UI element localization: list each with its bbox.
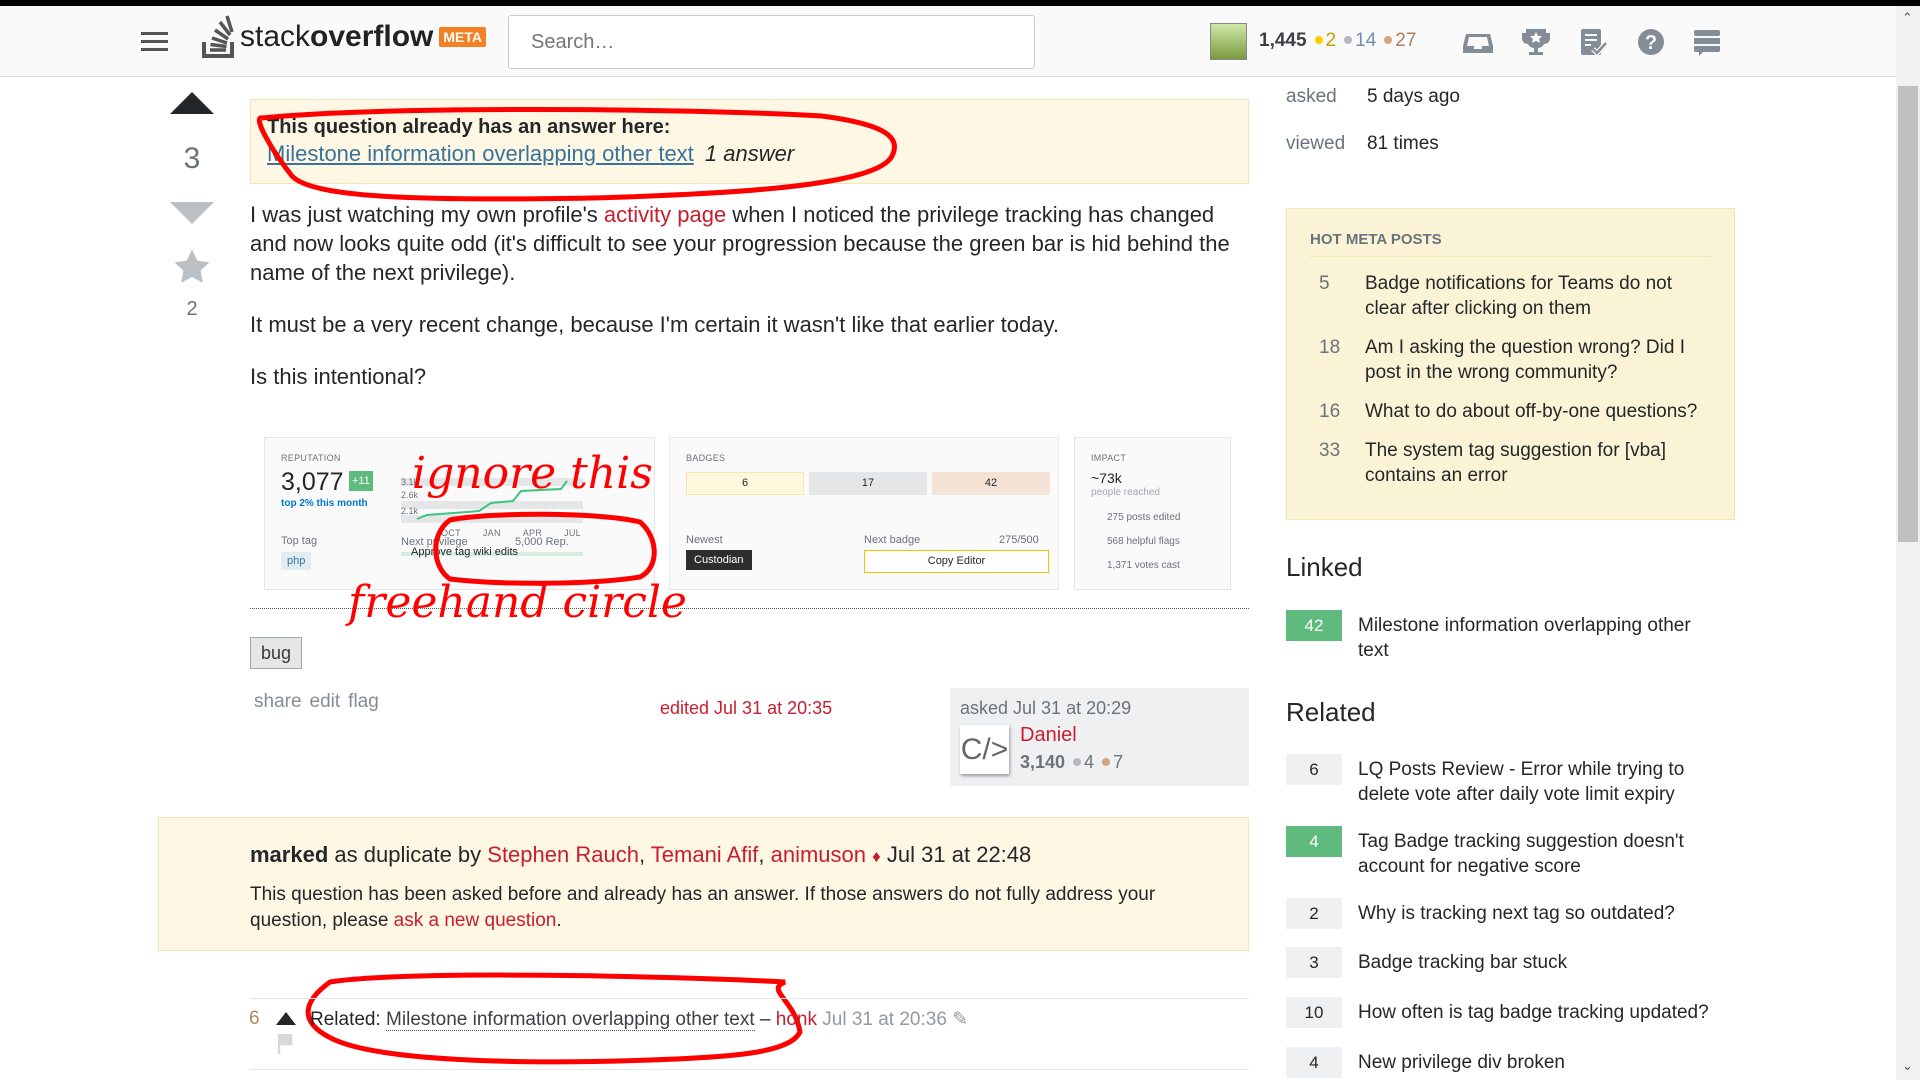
question-link[interactable]: Milestone information overlapping other … [1358, 613, 1726, 663]
question-link[interactable]: LQ Posts Review - Error while trying to … [1358, 757, 1726, 807]
review-icon[interactable] [1577, 26, 1609, 58]
related-item[interactable]: 6 LQ Posts Review - Error while trying to… [1286, 754, 1726, 807]
help-icon[interactable]: ? [1635, 26, 1667, 58]
edit-link[interactable]: edit [310, 691, 341, 712]
hot-post-item[interactable]: 18 Am I asking the question wrong? Did I … [1310, 335, 1711, 385]
comment-user-link[interactable]: honk [776, 1009, 817, 1030]
embedded-badges-panel: BADGES 6 17 42 Newest Custodian Next bad… [669, 437, 1059, 590]
duplicate-notice: This question already has an answer here… [250, 99, 1249, 184]
user-avatar[interactable] [1210, 23, 1247, 60]
asker-card: asked Jul 31 at 20:29 C/> Daniel 3,140 4 7 [950, 688, 1249, 786]
body-paragraph: I was just watching my own profile's act… [250, 202, 1230, 285]
score-badge: 3 [1286, 947, 1342, 978]
score-badge: 2 [1286, 898, 1342, 929]
hot-meta-posts: HOT META POSTS 5 Badge notifications for … [1286, 208, 1735, 520]
embedded-impact-panel: IMPACT ~73k people reached 275 posts edi… [1074, 437, 1231, 590]
related-item[interactable]: 3 Badge tracking bar stuck [1286, 947, 1726, 978]
score-badge: 4 [1286, 826, 1342, 857]
downvote-icon[interactable] [170, 200, 214, 224]
scrollbar-thumb[interactable] [1898, 86, 1918, 542]
share-link[interactable]: share [254, 691, 302, 712]
ask-new-question-link[interactable]: ask a new question [394, 910, 557, 931]
score-badge: 10 [1286, 997, 1342, 1028]
hot-post-item[interactable]: 16 What to do about off-by-one questions? [1310, 399, 1711, 424]
upvote-icon[interactable] [170, 92, 214, 116]
comment-flag-icon[interactable] [278, 1034, 294, 1054]
edited-time-link[interactable]: edited Jul 31 at 20:35 [660, 698, 832, 719]
search-input[interactable] [508, 15, 1035, 69]
activity-page-link[interactable]: activity page [604, 202, 726, 227]
user-link[interactable]: Temani Afif [651, 842, 759, 867]
user-link[interactable]: animuson [771, 842, 866, 867]
question-link[interactable]: New privilege div broken [1358, 1050, 1565, 1078]
body-paragraph: It must be a very recent change, because… [250, 312, 1059, 337]
user-link[interactable]: Stephen Rauch [487, 842, 639, 867]
tag-bug[interactable]: bug [250, 637, 303, 669]
body-paragraph: Is this intentional? [250, 364, 427, 389]
comment-link[interactable]: Milestone information overlapping other … [386, 1009, 755, 1031]
score-badge: 4 [1286, 1047, 1342, 1078]
comment-score: 6 [249, 1008, 260, 1029]
svg-text:?: ? [1645, 32, 1657, 54]
question-link[interactable]: Tag Badge tracking suggestion doesn't ac… [1358, 829, 1726, 879]
favorite-star-icon[interactable] [173, 248, 211, 286]
divider [250, 1069, 1249, 1070]
comment: Related: Milestone information overlappi… [310, 1009, 969, 1031]
comment-upvote-icon[interactable] [276, 1012, 296, 1026]
related-item[interactable]: 2 Why is tracking next tag so outdated? [1286, 898, 1726, 929]
related-item[interactable]: 4 Tag Badge tracking suggestion doesn't a… [1286, 826, 1726, 879]
divider [250, 608, 1249, 609]
stack-logo-icon [202, 15, 234, 58]
user-reputation[interactable]: 1,445 2 14 27 [1259, 30, 1416, 52]
asker-avatar[interactable]: C/> [960, 725, 1009, 774]
duplicate-link[interactable]: Milestone information overlapping other … [267, 141, 694, 166]
question-link[interactable]: How often is tag badge tracking updated? [1358, 1000, 1709, 1028]
score-badge: 42 [1286, 610, 1342, 641]
menu-icon[interactable] [141, 27, 168, 56]
comment-time[interactable]: Jul 31 at 20:36 [822, 1009, 947, 1030]
hot-post-item[interactable]: 5 Badge notifications for Teams do not cl… [1310, 271, 1711, 321]
related-item[interactable]: 4 New privilege div broken [1286, 1047, 1726, 1078]
reputation-graph [416, 480, 568, 520]
scroll-down-icon[interactable]: ⌄ [1902, 1058, 1913, 1074]
question-link[interactable]: Why is tracking next tag so outdated? [1358, 901, 1675, 929]
site-logo[interactable]: stack overflow META [200, 12, 487, 62]
inbox-icon[interactable] [1462, 26, 1494, 58]
embedded-reputation-panel: REPUTATION 3,077 +11 top 2% this month 3… [264, 437, 655, 590]
vote-count: 3 [183, 142, 201, 175]
hot-post-item[interactable]: 33 The system tag suggestion for [vba] co… [1310, 438, 1711, 488]
divider [250, 998, 1249, 999]
site-switcher-icon[interactable] [1691, 26, 1723, 58]
favorite-count: 2 [186, 298, 198, 320]
scroll-up-icon[interactable]: ⌃ [1902, 10, 1913, 26]
achievements-icon[interactable] [1520, 26, 1552, 58]
question-link[interactable]: Badge tracking bar stuck [1358, 950, 1567, 978]
asker-name-link[interactable]: Daniel [1020, 724, 1077, 747]
post-menu: share edit flag [254, 691, 387, 713]
related-item[interactable]: 10 How often is tag badge tracking update… [1286, 997, 1726, 1028]
score-badge: 6 [1286, 754, 1342, 785]
edit-pencil-icon[interactable]: ✎ [952, 1009, 968, 1030]
linked-item[interactable]: 42 Milestone information overlapping othe… [1286, 610, 1726, 663]
marked-duplicate-notice: marked as duplicate by Stephen Rauch, Te… [158, 817, 1249, 951]
flag-link[interactable]: flag [348, 691, 379, 712]
